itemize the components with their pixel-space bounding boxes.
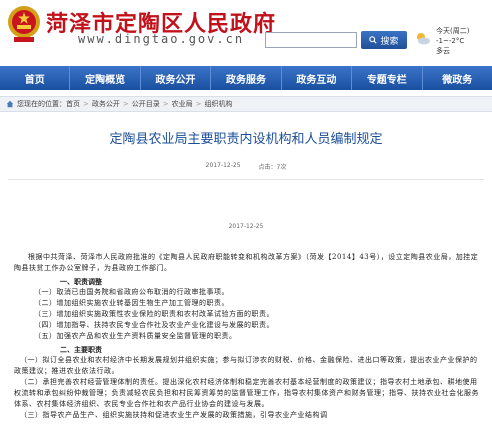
intro-paragraph: 根据中共菏泽、菏泽市人民政府批准的《定陶县人民政府职能转变和机构改革方案》（菏发…: [14, 253, 479, 272]
breadcrumb-item[interactable]: 组织机构: [205, 99, 233, 109]
breadcrumb: 您现在的位置：首页 > 政务公开 > 公开目录 > 农业局 > 组织机构: [0, 96, 492, 112]
nav-overview[interactable]: 定陶概览: [70, 66, 141, 90]
view-count: 点击：7次: [258, 164, 287, 171]
weather-temp: -1~-2°C: [436, 37, 465, 45]
list-item: （三）增加组织实施政策性农业保险的职责和农村改革试验方面的职责。: [34, 310, 274, 318]
article-title: 定陶县农业局主要职责内设机构和人员编制规定: [109, 132, 383, 147]
breadcrumb-item[interactable]: 您现在的位置：首页: [17, 99, 80, 109]
list-item: （二）增加组织实施农业转基因生物生产加工管理的职责。: [34, 299, 229, 307]
divider: [8, 179, 484, 180]
weather-widget: 今天(周二) -1~-2°C 多云: [414, 24, 484, 64]
content-date: 2017-12-25: [228, 223, 264, 230]
site-url: www.dingtao.gov.cn: [78, 32, 245, 46]
nav-micro-gov[interactable]: 微政务: [423, 66, 492, 90]
breadcrumb-item[interactable]: 政务公开: [92, 99, 120, 109]
article-body: 根据中共菏泽、菏泽市人民政府批准的《定陶县人民政府职能转变和机构改革方案》（菏发…: [0, 252, 492, 421]
cloudy-weather-icon: [417, 33, 430, 45]
body-paragraph: （一）拟订全县农业和农村经济中长期发展规划并组织实施；参与拟订涉农的财税、价格、…: [14, 356, 478, 375]
publish-date: 2017-12-25: [205, 162, 241, 169]
list-item: （五）加强农产品和农业生产资料质量安全监督管理的职责。: [34, 332, 237, 340]
list-item: （四）增加指导、扶持农民专业合作社及农业产业化建设与发展的职责。: [34, 321, 274, 329]
home-icon: [6, 100, 14, 108]
body-paragraph: （二）承担完善农村经营管理体制的责任。提出深化农村经济体制和稳定完善农村基本经营…: [14, 378, 479, 408]
body-paragraph: （三）指导农产品生产、组织实施扶持和促进农业生产发展的政策措施，引导农业产业结构…: [20, 411, 328, 419]
nav-interaction[interactable]: 政务互动: [282, 66, 353, 90]
section-heading: 二、主要职责: [60, 345, 102, 354]
article-meta: 2017-12-25 点击：7次: [0, 162, 492, 171]
list-item: （一）取消已由国务院和省政府公布取消的行政审批事项。: [34, 288, 229, 296]
search-button[interactable]: 搜索: [361, 31, 407, 49]
breadcrumb-item[interactable]: 农业局: [172, 99, 193, 109]
nav-special-topics[interactable]: 专题专栏: [352, 66, 423, 90]
nav-gov-affairs-open[interactable]: 政务公开: [141, 66, 212, 90]
site-header: 菏泽市定陶区人民政府 www.dingtao.gov.cn 搜索 今天(周二) …: [0, 0, 492, 66]
weather-condition: 多云: [436, 47, 450, 55]
search-icon: [369, 36, 378, 44]
main-nav: 首页 定陶概览 政务公开 政务服务 政务互动 专题专栏 微政务: [0, 66, 492, 90]
section-heading: 一、职责调整: [60, 277, 102, 286]
national-emblem-icon: [8, 6, 40, 42]
nav-gov-services[interactable]: 政务服务: [211, 66, 282, 90]
nav-home[interactable]: 首页: [0, 66, 71, 90]
search-button-label: 搜索: [380, 36, 399, 47]
weather-day: 今天(周二): [436, 27, 470, 35]
breadcrumb-item[interactable]: 公开目录: [132, 99, 160, 109]
search-input[interactable]: [265, 32, 357, 48]
